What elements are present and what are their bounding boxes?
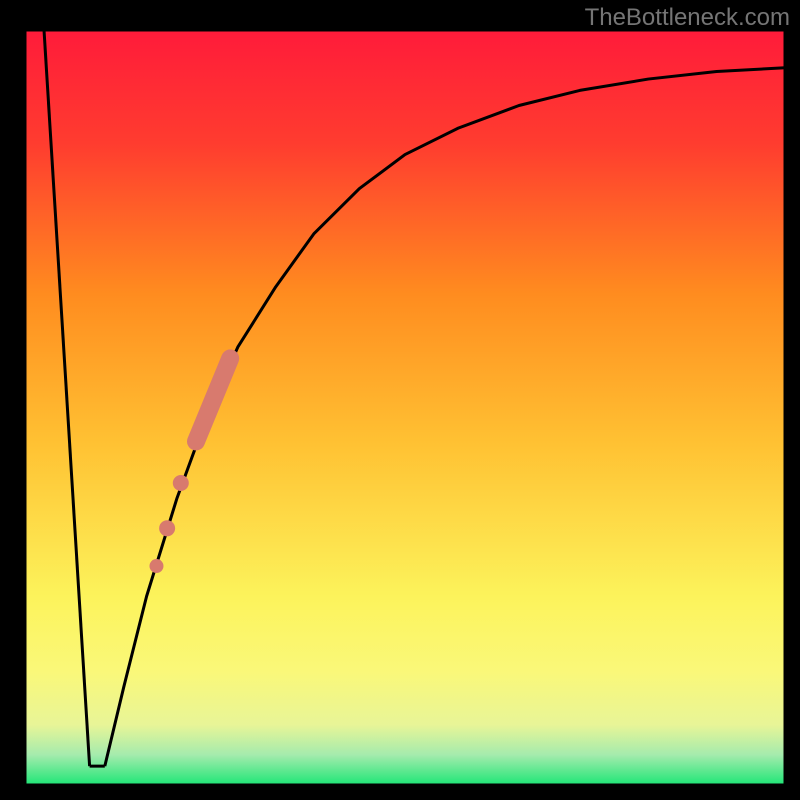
annotation-dot-0 <box>173 475 189 491</box>
annotation-dot-1 <box>159 520 175 536</box>
annotation-dot-2 <box>149 559 163 573</box>
chart-gradient-background <box>25 30 785 785</box>
chart-container: TheBottleneck.com <box>0 0 800 800</box>
watermark-text: TheBottleneck.com <box>585 4 790 32</box>
bottleneck-chart <box>0 0 800 800</box>
